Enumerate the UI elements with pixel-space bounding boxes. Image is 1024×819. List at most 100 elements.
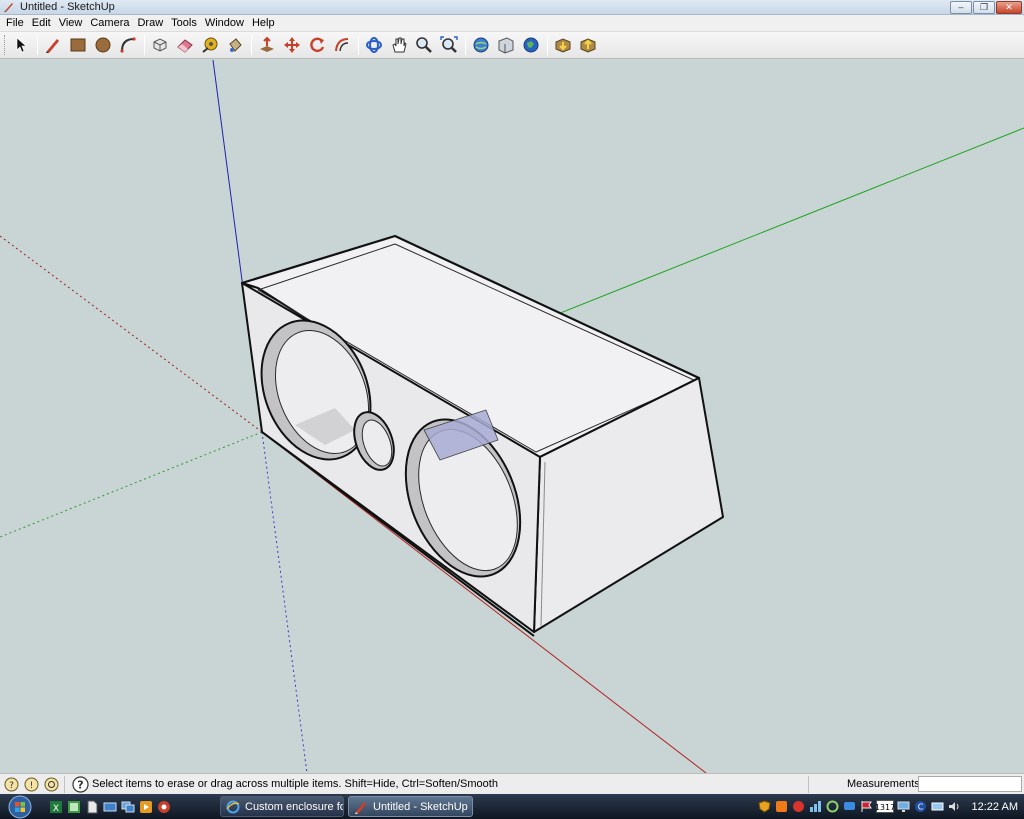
scene-canvas[interactable] [0, 60, 1024, 773]
menu-edit[interactable]: Edit [28, 15, 55, 32]
os-taskbar: X Custom enclosure for... Untitled - Ske… [0, 794, 1024, 819]
arc-tool-button[interactable] [116, 33, 140, 57]
push-pull-button[interactable] [255, 33, 279, 57]
chat-icon[interactable] [842, 799, 857, 814]
share-component-icon [580, 38, 596, 53]
google-earth-icon [523, 37, 539, 53]
calendar-badge-icon[interactable]: 1317 [875, 799, 894, 814]
orbit-icon [366, 37, 382, 53]
clock[interactable]: 12:22 AM [972, 801, 1018, 813]
circle-tool-button[interactable] [91, 33, 115, 57]
menu-tools[interactable]: Tools [167, 15, 201, 32]
pan-tool-button[interactable] [387, 33, 411, 57]
orbit-tool-button[interactable] [362, 33, 386, 57]
app-icon[interactable] [156, 799, 172, 815]
excel-icon[interactable]: X [48, 799, 64, 815]
network-icon[interactable] [808, 799, 823, 814]
restore-button[interactable]: ❐ [973, 1, 995, 14]
rotate-tool-button[interactable] [305, 33, 329, 57]
pan-hand-icon [392, 37, 407, 53]
security-shield-icon[interactable] [757, 799, 772, 814]
credits-icon[interactable]: ! [23, 776, 40, 793]
google-earth-button[interactable] [519, 33, 543, 57]
tape-measure-icon [202, 37, 218, 53]
taskbar-item-label: Untitled - SketchUp [373, 800, 468, 813]
paint-bucket-button[interactable] [223, 33, 247, 57]
status-message: Select items to erase or drag across mul… [92, 778, 498, 790]
svg-text:C: C [917, 803, 923, 812]
menu-window[interactable]: Window [201, 15, 248, 32]
enclosure-model[interactable] [240, 234, 724, 637]
tray-badge-text: 1317 [876, 803, 894, 812]
document-icon[interactable] [84, 799, 100, 815]
measurements-input[interactable] [918, 776, 1022, 792]
move-icon [284, 37, 300, 53]
title-bar: Untitled - SketchUp – ❐ ✕ [0, 0, 1024, 15]
avast-icon[interactable] [774, 799, 789, 814]
get-components-button[interactable] [551, 33, 575, 57]
c-icon[interactable]: C [913, 799, 928, 814]
eraser-tool-button[interactable] [173, 33, 197, 57]
display-icon[interactable] [930, 799, 945, 814]
svg-text:X: X [53, 804, 59, 814]
svg-text:?: ? [9, 781, 14, 791]
toolbar-separator [144, 35, 145, 55]
blue-axis-dotted [261, 431, 308, 773]
menu-view[interactable]: View [55, 15, 87, 32]
svg-text:?: ? [77, 778, 83, 791]
quick-launch: X [48, 799, 172, 815]
status-separator [808, 776, 809, 793]
menu-camera[interactable]: Camera [86, 15, 133, 32]
sketchup-window: Untitled - SketchUp – ❐ ✕ File Edit View… [0, 0, 1024, 819]
menu-draw[interactable]: Draw [133, 15, 167, 32]
system-tray: 1317 C 12:22 AM [755, 794, 1024, 819]
show-desktop-icon[interactable] [102, 799, 118, 815]
geo-location-icon[interactable]: ? [3, 776, 20, 793]
share-component-button[interactable] [576, 33, 600, 57]
user-icon[interactable] [43, 776, 60, 793]
make-component-button[interactable] [148, 33, 172, 57]
zoom-extents-button[interactable] [437, 33, 461, 57]
minimize-button[interactable]: – [950, 1, 972, 14]
close-button[interactable]: ✕ [996, 1, 1022, 14]
window-controls: – ❐ ✕ [950, 1, 1022, 14]
taskbar-item-sketchup[interactable]: Untitled - SketchUp [348, 796, 473, 817]
sync-icon[interactable] [825, 799, 840, 814]
toolbar-separator [37, 35, 38, 55]
status-separator [64, 775, 65, 793]
start-button[interactable] [0, 794, 40, 819]
windows-orb-icon [8, 795, 32, 818]
move-tool-button[interactable] [280, 33, 304, 57]
flag-icon[interactable] [859, 799, 874, 814]
get-models-button[interactable] [469, 33, 493, 57]
line-tool-button[interactable] [41, 33, 65, 57]
toolbar-grip[interactable] [4, 35, 7, 55]
taskbar-item-ie[interactable]: Custom enclosure for... [220, 796, 344, 817]
toolbar-separator [465, 35, 466, 55]
volume-icon[interactable] [947, 799, 962, 814]
spreadsheet-icon[interactable] [66, 799, 82, 815]
zoom-tool-button[interactable] [412, 33, 436, 57]
menu-file[interactable]: File [2, 15, 28, 32]
switch-windows-icon[interactable] [120, 799, 136, 815]
menu-help[interactable]: Help [248, 15, 279, 32]
monitor-icon[interactable] [896, 799, 911, 814]
help-icon[interactable]: ? [72, 775, 89, 793]
menu-bar: File Edit View Camera Draw Tools Window … [0, 15, 1024, 32]
toolbar-separator [547, 35, 548, 55]
offset-tool-button[interactable] [330, 33, 354, 57]
select-tool-button[interactable] [9, 33, 33, 57]
alert-icon[interactable] [791, 799, 806, 814]
tape-measure-button[interactable] [198, 33, 222, 57]
toolbar-separator [251, 35, 252, 55]
component-icon [153, 38, 167, 52]
media-player-icon[interactable] [138, 799, 154, 815]
eraser-icon [177, 39, 193, 53]
main-toolbar [0, 32, 1024, 59]
rectangle-tool-button[interactable] [66, 33, 90, 57]
zoom-icon [416, 37, 432, 53]
share-model-button[interactable] [494, 33, 518, 57]
drawing-viewport[interactable] [0, 60, 1024, 773]
window-title: Untitled - SketchUp [20, 1, 115, 13]
arrow-cursor-icon [16, 37, 27, 53]
